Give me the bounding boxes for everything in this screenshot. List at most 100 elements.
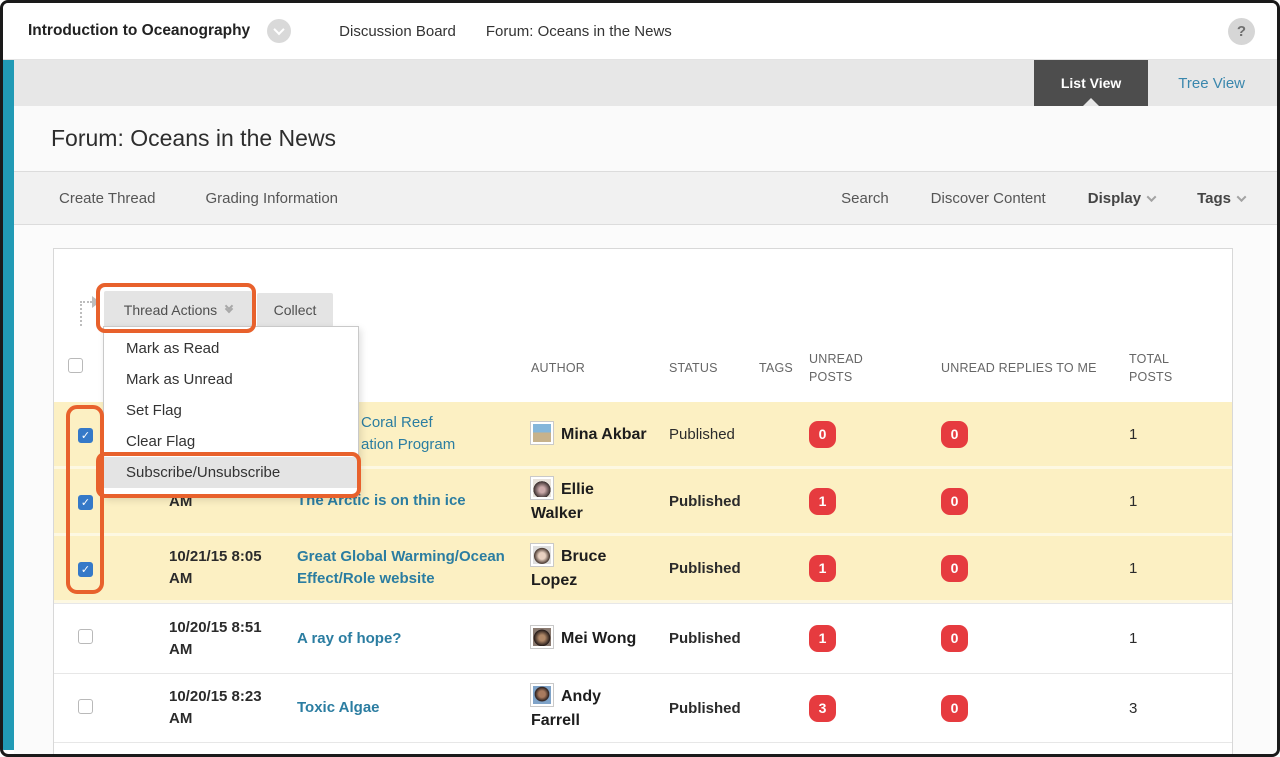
- unread-posts-cell: 1: [794, 555, 926, 582]
- thread-status: Published: [669, 700, 741, 717]
- menu-item-subscribe-unsubscribe[interactable]: Subscribe/Unsubscribe: [104, 457, 358, 488]
- unread-posts-cell: 1: [794, 625, 926, 652]
- action-bar: Create Thread Grading Information Search D…: [14, 171, 1277, 225]
- date-cell: 10/21/15 8:05 AM: [154, 546, 282, 590]
- action-search[interactable]: Search: [841, 190, 889, 207]
- avatar: [531, 477, 553, 499]
- course-menu-toggle[interactable]: [267, 19, 291, 43]
- author-name: Andy Farrell: [531, 684, 654, 731]
- unread-replies-cell: 0: [926, 625, 1114, 652]
- top-navigation-bar: Introduction to Oceanography Discussion …: [3, 3, 1277, 60]
- author-cell: Bruce Lopez: [516, 544, 654, 591]
- breadcrumb-item[interactable]: Forum: Oceans in the News: [486, 23, 672, 40]
- author-name: Mei Wong: [531, 626, 654, 650]
- menu-item-mark-as-read[interactable]: Mark as Read: [104, 333, 358, 364]
- author-cell: Ellie Walker: [516, 477, 654, 524]
- tab-list-view[interactable]: List View: [1034, 60, 1148, 106]
- row-checkbox[interactable]: ✓: [78, 428, 93, 443]
- thread-actions-dropdown-menu: Mark as ReadMark as UnreadSet FlagClear …: [103, 326, 359, 497]
- status-cell: Published: [654, 700, 744, 717]
- thread-title-link[interactable]: A ray of hope?: [297, 628, 401, 650]
- status-cell: Published: [654, 630, 744, 647]
- column-header-label: STATUS: [669, 361, 718, 375]
- thread-row: ✓ 10/21/15 8:05 AM Great Global Warming/Oc…: [54, 536, 1232, 603]
- action-tags[interactable]: Tags: [1197, 190, 1245, 207]
- total-posts-cell: 1: [1114, 426, 1232, 443]
- action-label: Search: [841, 190, 889, 207]
- unread-posts-cell: 1: [794, 488, 926, 515]
- thread-list-container: Thread Actions Collect AUTHORSTATUSTAGSU…: [53, 248, 1233, 757]
- thread-status: Published: [669, 493, 741, 510]
- column-header-label: UNREAD POSTS: [809, 350, 879, 386]
- total-posts-cell: 1: [1114, 630, 1232, 647]
- collect-button[interactable]: Collect: [257, 293, 333, 327]
- thread-title-link[interactable]: Great Global Warming/Ocean Effect/Role w…: [297, 546, 516, 590]
- thread-row: 10/20/15 8:23 AM Toxic Algae Andy Farrell P…: [54, 673, 1232, 743]
- row-select-cell: [54, 699, 154, 718]
- menu-item-set-flag[interactable]: Set Flag: [104, 395, 358, 426]
- column-header: TAGS: [744, 359, 794, 377]
- total-posts-value: 3: [1129, 700, 1137, 717]
- action-display[interactable]: Display: [1088, 190, 1155, 207]
- unread-posts-cell: 0: [794, 421, 926, 448]
- unread-replies-cell: 0: [926, 421, 1114, 448]
- row-checkbox[interactable]: [78, 629, 93, 644]
- unread-posts-cell: 3: [794, 695, 926, 722]
- unread-posts-badge: 0: [809, 421, 836, 448]
- column-header: UNREAD POSTS: [794, 350, 926, 386]
- unread-replies-cell: 0: [926, 488, 1114, 515]
- action-label: Discover Content: [931, 190, 1046, 207]
- select-all-checkbox[interactable]: [68, 358, 83, 373]
- author-cell: Andy Farrell: [516, 684, 654, 731]
- author-name: Ellie Walker: [531, 477, 654, 524]
- action-grading-information[interactable]: Grading Information: [205, 190, 338, 207]
- course-title: Introduction to Oceanography: [28, 22, 250, 40]
- total-posts-value: 1: [1129, 560, 1137, 577]
- column-header-label: TOTAL POSTS: [1129, 350, 1184, 386]
- action-label: Display: [1088, 190, 1141, 207]
- unread-replies-badge: 0: [941, 695, 968, 722]
- thread-actions-button[interactable]: Thread Actions: [104, 291, 252, 329]
- column-header: TOTAL POSTS: [1114, 350, 1232, 386]
- status-cell: Published: [654, 560, 744, 577]
- thread-row: 10/20/15 8:51 AM A ray of hope? Mei Wong Pu…: [54, 603, 1232, 673]
- row-checkbox[interactable]: ✓: [78, 495, 93, 510]
- author-name: Bruce Lopez: [531, 544, 654, 591]
- action-bar-right: Search Discover Content Display Tags: [841, 190, 1245, 207]
- date-cell: 10/20/15 8:51 AM: [154, 617, 282, 661]
- action-create-thread[interactable]: Create Thread: [59, 190, 155, 207]
- course-menu-edge-bar: [3, 60, 14, 750]
- thread-title-cell: Great Global Warming/Ocean Effect/Role w…: [282, 546, 516, 590]
- row-checkbox[interactable]: ✓: [78, 562, 93, 577]
- total-posts-cell: 3: [1114, 700, 1232, 717]
- row-select-cell: [54, 629, 154, 648]
- thread-title-link[interactable]: Coral Reefation Program: [361, 412, 455, 456]
- thread-title-link[interactable]: Toxic Algae: [297, 697, 380, 719]
- thread-date: 10/21/15 8:05 AM: [169, 546, 282, 590]
- total-posts-cell: 1: [1114, 560, 1232, 577]
- thread-status: Published: [669, 630, 741, 647]
- apply-to-selected-arrow-icon: [73, 294, 103, 326]
- thread-status: Published: [669, 560, 741, 577]
- column-header-label: UNREAD REPLIES TO ME: [941, 359, 1097, 377]
- breadcrumb-item[interactable]: Discussion Board: [339, 23, 456, 40]
- help-button[interactable]: ?: [1228, 18, 1255, 45]
- unread-posts-badge: 3: [809, 695, 836, 722]
- thread-date: 10/20/15 8:23 AM: [169, 686, 282, 730]
- status-cell: Published: [654, 493, 744, 510]
- total-posts-value: 1: [1129, 426, 1137, 443]
- thread-title-cell: A ray of hope?: [282, 628, 516, 650]
- menu-item-mark-as-unread[interactable]: Mark as Unread: [104, 364, 358, 395]
- total-posts-value: 1: [1129, 493, 1137, 510]
- breadcrumb: Discussion Board Forum: Oceans in the New…: [339, 23, 672, 40]
- action-discover-content[interactable]: Discover Content: [931, 190, 1046, 207]
- avatar: [531, 422, 553, 444]
- menu-item-clear-flag[interactable]: Clear Flag: [104, 426, 358, 457]
- author-cell: Mina Akbar: [516, 422, 654, 446]
- row-checkbox[interactable]: [78, 699, 93, 714]
- tab-tree-view[interactable]: Tree View: [1160, 60, 1263, 106]
- thread-list-toolbar: Thread Actions Collect: [54, 249, 1232, 334]
- chevron-down-icon: [1237, 192, 1247, 202]
- view-tabs-band: List View Tree View: [14, 60, 1277, 106]
- thread-title-line: Coral Reef: [361, 412, 455, 434]
